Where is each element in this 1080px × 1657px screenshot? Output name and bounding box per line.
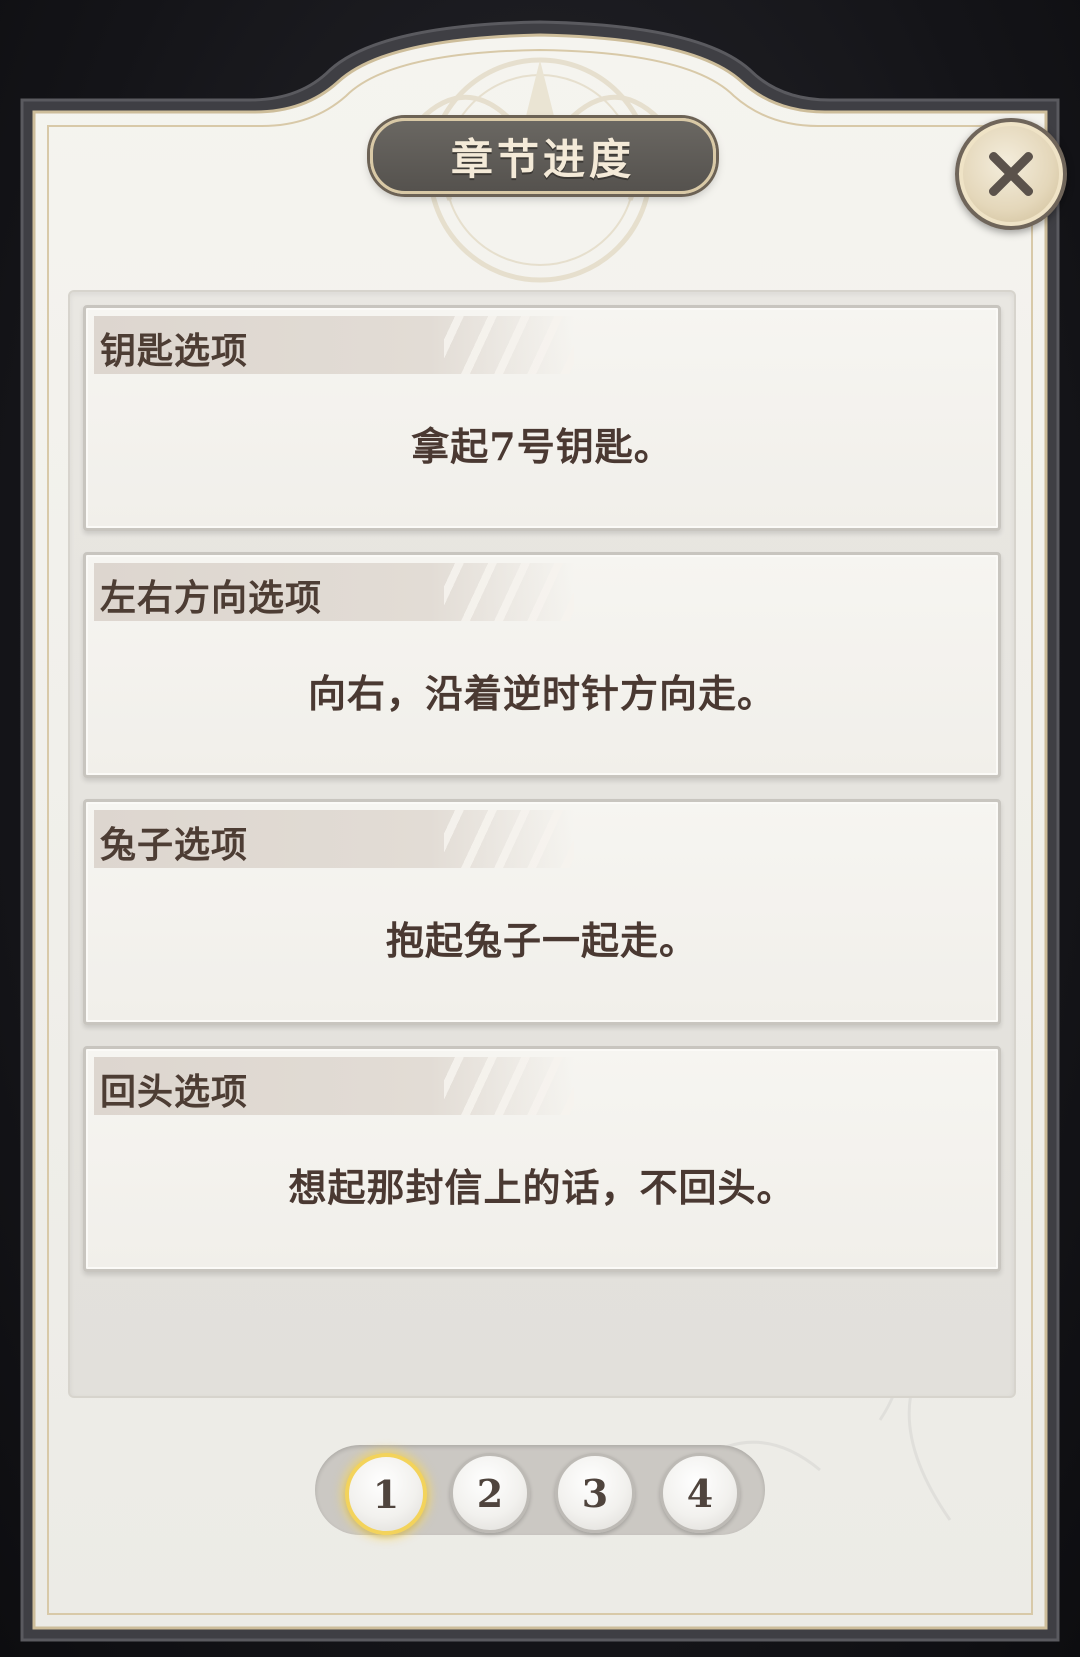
- close-x-icon: [985, 148, 1037, 200]
- chapter-progress-dialog: 章节进度 钥匙选项 拿起7号钥匙。 左右方向选项 向右，沿着逆时针方向走。 兔子…: [0, 0, 1080, 1657]
- option-text: 向右，沿着逆时针方向走。: [307, 671, 776, 716]
- option-card-look-back: 回头选项 想起那封信上的话，不回头。: [83, 1046, 1001, 1272]
- option-card-rabbit: 兔子选项 抱起兔子一起走。: [83, 799, 1001, 1025]
- card-header: 左右方向选项: [94, 563, 574, 621]
- option-text: 想起那封信上的话，不回头。: [288, 1165, 796, 1210]
- close-button[interactable]: [955, 118, 1067, 230]
- card-header: 钥匙选项: [94, 316, 574, 374]
- option-text: 拿起7号钥匙。: [411, 424, 673, 469]
- header-stripes: [444, 810, 574, 868]
- option-card-key: 钥匙选项 拿起7号钥匙。: [83, 305, 1001, 531]
- option-label: 回头选项: [100, 1071, 249, 1113]
- title-plaque: 章节进度: [370, 118, 716, 194]
- card-header: 回头选项: [94, 1057, 574, 1115]
- page-button-3[interactable]: 3: [555, 1453, 635, 1533]
- card-header: 兔子选项: [94, 810, 574, 868]
- page-button-4[interactable]: 4: [660, 1453, 740, 1533]
- header-stripes: [444, 1057, 574, 1115]
- option-card-direction: 左右方向选项 向右，沿着逆时针方向走。: [83, 552, 1001, 778]
- page-selector: 1 2 3 4: [315, 1445, 765, 1535]
- header-stripes: [444, 563, 574, 621]
- header-stripes: [444, 316, 574, 374]
- option-label: 左右方向选项: [100, 577, 323, 619]
- option-label: 钥匙选项: [100, 330, 249, 372]
- dialog-title: 章节进度: [450, 134, 635, 184]
- page-button-2[interactable]: 2: [450, 1453, 530, 1533]
- page-button-1[interactable]: 1: [345, 1453, 427, 1535]
- option-text: 抱起兔子一起走。: [385, 918, 698, 963]
- option-label: 兔子选项: [100, 824, 249, 866]
